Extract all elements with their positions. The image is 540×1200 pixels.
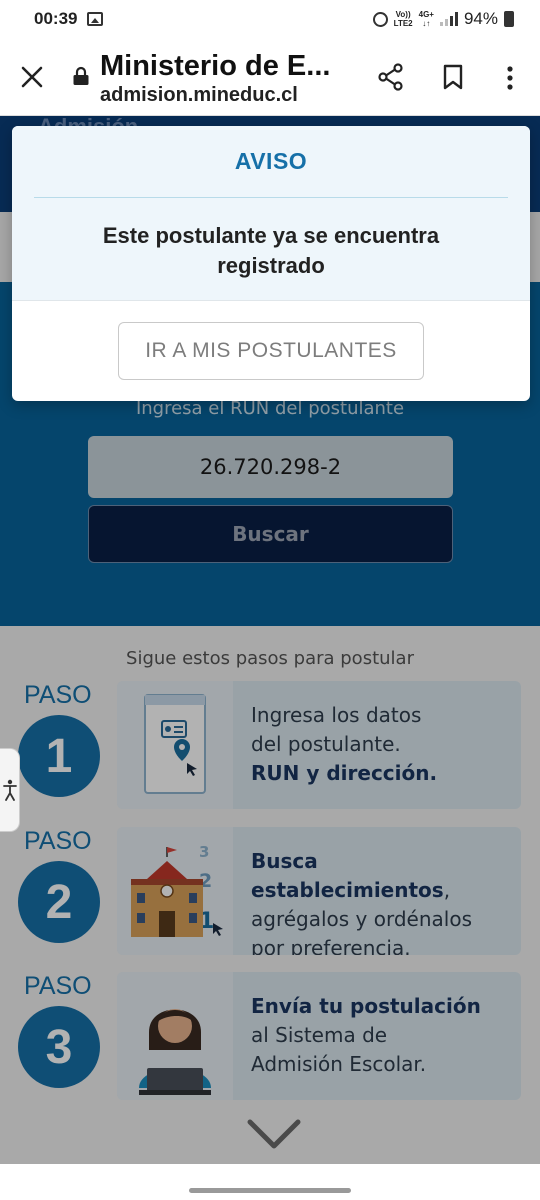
volte-bottom: LTE2 xyxy=(393,19,413,28)
volte-indicator: Vo)) LTE2 xyxy=(394,10,413,28)
modal-divider xyxy=(34,197,508,198)
status-time: 00:39 xyxy=(34,9,78,28)
status-bar: 00:39 Vo)) LTE2 4G+ ↓↑ 94% xyxy=(0,0,540,38)
accessibility-tab[interactable] xyxy=(0,748,20,832)
home-gesture-handle[interactable] xyxy=(189,1188,351,1193)
image-notification-icon xyxy=(87,12,104,26)
lock-icon xyxy=(73,66,89,85)
status-icons: Vo)) LTE2 4G+ ↓↑ 94% xyxy=(372,9,514,29)
notice-modal: AVISO Este postulante ya se encuentra re… xyxy=(12,126,530,401)
volte-top: Vo)) xyxy=(395,10,411,19)
alarm-icon xyxy=(372,11,388,27)
more-options-icon[interactable] xyxy=(503,65,517,91)
data-arrows: ↓↑ xyxy=(422,19,431,28)
go-to-my-applicants-button[interactable]: IR A MIS POSTULANTES xyxy=(118,322,424,380)
data-type: 4G+ xyxy=(418,10,434,19)
modal-header: AVISO Este postulante ya se encuentra re… xyxy=(12,126,530,300)
accessibility-icon xyxy=(2,779,17,801)
data-indicator: 4G+ ↓↑ xyxy=(419,10,434,28)
navigation-bar xyxy=(0,1164,540,1200)
modal-separator xyxy=(12,300,530,301)
bookmark-icon[interactable] xyxy=(443,64,463,90)
modal-title: AVISO xyxy=(234,148,308,174)
signal-icon xyxy=(439,12,458,26)
modal-message: Este postulante ya se encuentra registra… xyxy=(102,223,440,278)
browser-toolbar: Ministerio de E... admision.mineduc.cl xyxy=(0,38,540,116)
page-title: Ministerio de E... xyxy=(100,50,331,82)
battery-icon xyxy=(504,11,514,27)
share-icon[interactable] xyxy=(378,63,404,91)
battery-percent: 94% xyxy=(463,9,498,28)
page-url[interactable]: admision.mineduc.cl xyxy=(100,84,298,107)
close-icon[interactable] xyxy=(20,65,44,89)
